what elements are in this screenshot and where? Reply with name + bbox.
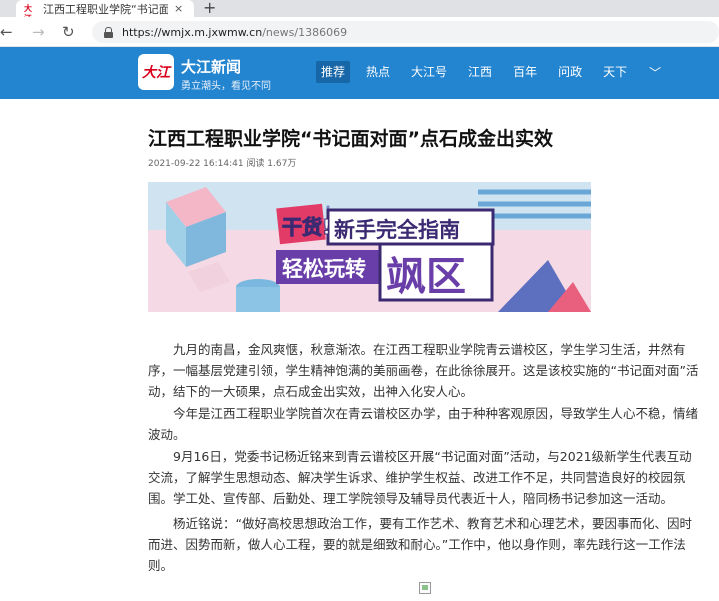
banner-line1: 新手完全指南 xyxy=(334,218,460,242)
browser-tab[interactable]: 大江 江西工程职业学院“书记面对面”点 × xyxy=(16,0,194,23)
site-header: 大江 大江新闻 勇立潮头，看见不同 推荐 热点 大江号 江西 百年 问政 天下 … xyxy=(0,47,719,99)
nav-item-recommend[interactable]: 推荐 xyxy=(316,61,351,83)
article-paragraph: 今年是江西工程职业学院首次在青云谱校区办学，由于种种客观原因，导致学生人心不稳，… xyxy=(148,406,699,442)
site-favicon-icon: 大江 xyxy=(24,3,32,23)
reload-icon[interactable]: ↻ xyxy=(62,23,75,41)
promo-banner-art: 干货! 新手完全指南 轻松玩转 飒区 xyxy=(148,182,591,312)
lock-icon[interactable] xyxy=(104,26,113,38)
nav-item-jiangxi[interactable]: 江西 xyxy=(463,61,497,83)
forward-arrow-icon[interactable]: → xyxy=(32,23,45,41)
back-arrow-icon[interactable]: ← xyxy=(0,23,13,41)
article: 江西工程职业学院“书记面对面”点石成金出实效 2021-09-22 16:14:… xyxy=(0,99,719,601)
broken-image-icon[interactable] xyxy=(419,582,431,594)
article-meta: 2021-09-22 16:14:41 阅读 1.67万 xyxy=(148,159,297,169)
chevron-down-icon[interactable]: ﹀ xyxy=(649,64,661,81)
browser-toolbar: ← → ↻ https://wmjx.m.jxwmw.cn/news/13860… xyxy=(0,17,719,47)
brand-name[interactable]: 大江新闻 xyxy=(181,56,241,77)
nav-item-hot[interactable]: 热点 xyxy=(361,61,395,83)
address-bar[interactable]: https://wmjx.m.jxwmw.cn/news/1386069 xyxy=(92,21,719,43)
banner-line2: 轻松玩转 xyxy=(282,257,366,281)
nav-item-centenary[interactable]: 百年 xyxy=(508,61,542,83)
banner-badge-text: 干货! xyxy=(282,215,331,239)
brand-slogan: 勇立潮头，看见不同 xyxy=(181,81,271,92)
nav-item-wenzheng[interactable]: 问政 xyxy=(553,61,587,83)
promo-banner[interactable]: 干货! 新手完全指南 轻松玩转 飒区 xyxy=(148,182,591,312)
tab-title: 江西工程职业学院“书记面对面”点 xyxy=(43,2,168,16)
article-paragraph: 杨近铭说：“做好高校思想政治工作，要有工作艺术、教育艺术和心理艺术，要因事而化、… xyxy=(148,516,692,573)
nav-item-world[interactable]: 天下 xyxy=(598,61,632,83)
article-paragraph: 9月16日，党委书记杨近铭来到青云谱校区开展“书记面对面”活动，与2021级新学… xyxy=(148,449,692,506)
close-tab-icon[interactable]: × xyxy=(174,2,183,15)
site-logo[interactable]: 大江 xyxy=(138,54,174,90)
url-host: https://wmjx.m.jxwmw.cn xyxy=(122,25,263,39)
new-tab-button[interactable]: + xyxy=(203,0,216,17)
nav-item-dajianghao[interactable]: 大江号 xyxy=(406,61,452,83)
article-paragraph: 九月的南昌，金风爽惬，秋意渐浓。在江西工程职业学院青云谱校区，学生学习生活，井然… xyxy=(148,342,699,399)
browser-tab-bar: 大江 江西工程职业学院“书记面对面”点 × + xyxy=(0,0,719,23)
article-title: 江西工程职业学院“书记面对面”点石成金出实效 xyxy=(148,128,553,150)
main-nav: 推荐 热点 大江号 江西 百年 问政 天下 ﹀ xyxy=(316,61,661,83)
url-path: /news/1386069 xyxy=(262,25,348,39)
banner-line2-big: 飒区 xyxy=(386,254,466,300)
